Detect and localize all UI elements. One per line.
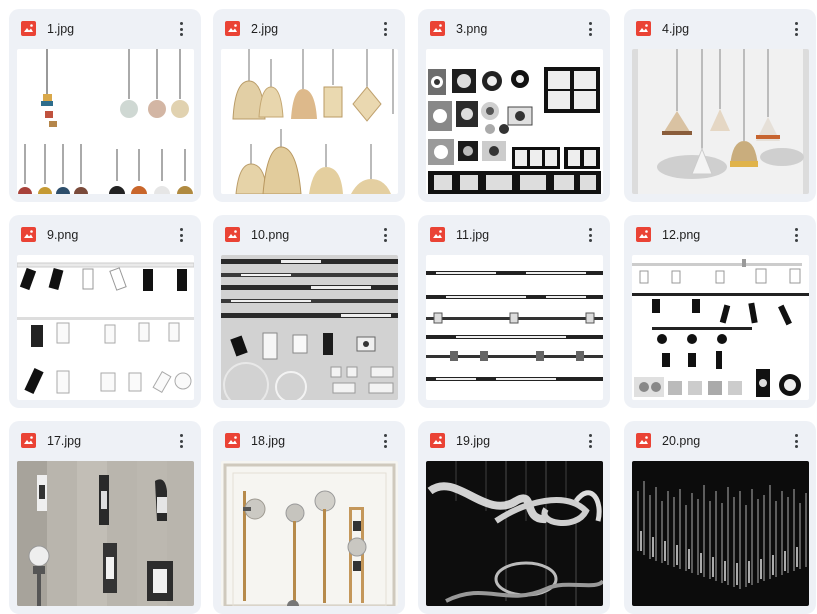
file-thumbnail[interactable]: [426, 49, 603, 194]
file-name: 20.png: [662, 434, 701, 448]
file-thumbnail[interactable]: [17, 49, 194, 194]
file-name: 11.jpg: [456, 228, 490, 242]
file-name: 19.jpg: [456, 434, 491, 448]
image-file-icon: [225, 433, 240, 448]
file-thumbnail[interactable]: [632, 49, 809, 194]
file-card[interactable]: 9.png: [9, 215, 201, 408]
file-card[interactable]: 10.png: [213, 215, 405, 408]
file-thumbnail[interactable]: [17, 461, 194, 606]
more-options-icon[interactable]: [171, 431, 191, 451]
card-header: 11.jpg: [418, 215, 610, 255]
file-card[interactable]: 1.jpg: [9, 9, 201, 202]
file-thumbnail[interactable]: [632, 255, 809, 400]
more-options-icon[interactable]: [171, 225, 191, 245]
file-name: 4.jpg: [662, 22, 690, 36]
file-name: 18.jpg: [251, 434, 286, 448]
more-options-icon[interactable]: [375, 19, 395, 39]
card-header: 17.jpg: [9, 421, 201, 461]
card-header: 18.jpg: [213, 421, 405, 461]
file-card[interactable]: 20.png: [624, 421, 816, 614]
image-file-icon: [21, 21, 36, 36]
image-file-icon: [21, 227, 36, 242]
file-name: 12.png: [662, 228, 701, 242]
card-header: 2.jpg: [213, 9, 405, 49]
file-card[interactable]: 2.jpg: [213, 9, 405, 202]
image-file-icon: [636, 433, 651, 448]
file-name: 9.png: [47, 228, 79, 242]
image-file-icon: [430, 433, 445, 448]
card-header: 20.png: [624, 421, 816, 461]
image-file-icon: [636, 227, 651, 242]
image-file-icon: [21, 433, 36, 448]
card-header: 9.png: [9, 215, 201, 255]
file-card[interactable]: 4.jpg: [624, 9, 816, 202]
more-options-icon[interactable]: [580, 225, 600, 245]
file-name: 1.jpg: [47, 22, 75, 36]
file-name: 3.png: [456, 22, 488, 36]
file-card[interactable]: 19.jpg: [418, 421, 610, 614]
file-name: 17.jpg: [47, 434, 82, 448]
file-card[interactable]: 3.png: [418, 9, 610, 202]
more-options-icon[interactable]: [786, 19, 806, 39]
card-header: 4.jpg: [624, 9, 816, 49]
more-options-icon[interactable]: [171, 19, 191, 39]
file-card[interactable]: 11.jpg: [418, 215, 610, 408]
card-header: 10.png: [213, 215, 405, 255]
file-thumbnail[interactable]: [221, 461, 398, 606]
file-thumbnail[interactable]: [221, 255, 398, 400]
card-header: 1.jpg: [9, 9, 201, 49]
image-file-icon: [225, 227, 240, 242]
more-options-icon[interactable]: [375, 225, 395, 245]
card-header: 3.png: [418, 9, 610, 49]
file-grid: 1.jpg 2.jpg 3.png 4.jpg 9.png 10.png 11.…: [0, 0, 817, 614]
file-thumbnail[interactable]: [17, 255, 194, 400]
file-name: 10.png: [251, 228, 290, 242]
more-options-icon[interactable]: [375, 431, 395, 451]
more-options-icon[interactable]: [580, 431, 600, 451]
more-options-icon[interactable]: [786, 225, 806, 245]
more-options-icon[interactable]: [786, 431, 806, 451]
file-card[interactable]: 18.jpg: [213, 421, 405, 614]
more-options-icon[interactable]: [580, 19, 600, 39]
file-card[interactable]: 17.jpg: [9, 421, 201, 614]
file-thumbnail[interactable]: [426, 461, 603, 606]
file-thumbnail[interactable]: [221, 49, 398, 194]
file-thumbnail[interactable]: [632, 461, 809, 606]
image-file-icon: [430, 21, 445, 36]
file-card[interactable]: 12.png: [624, 215, 816, 408]
image-file-icon: [225, 21, 240, 36]
card-header: 12.png: [624, 215, 816, 255]
card-header: 19.jpg: [418, 421, 610, 461]
image-file-icon: [430, 227, 445, 242]
file-name: 2.jpg: [251, 22, 279, 36]
file-thumbnail[interactable]: [426, 255, 603, 400]
image-file-icon: [636, 21, 651, 36]
